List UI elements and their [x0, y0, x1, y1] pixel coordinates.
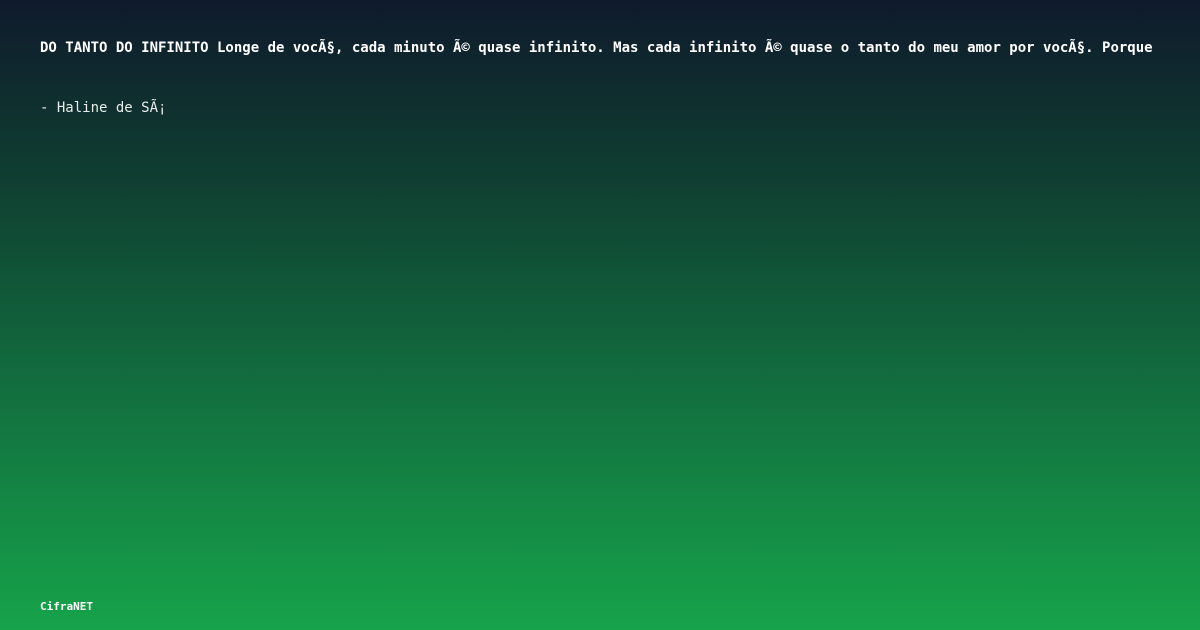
- quote-text: DO TANTO DO INFINITO Longe de vocÃ§, cad…: [40, 40, 1153, 56]
- quote-author: - Haline de SÃ¡: [40, 100, 167, 116]
- brand-name: CifraNET: [40, 600, 93, 613]
- quote-card: DO TANTO DO INFINITO Longe de vocÃ§, cad…: [0, 0, 1200, 630]
